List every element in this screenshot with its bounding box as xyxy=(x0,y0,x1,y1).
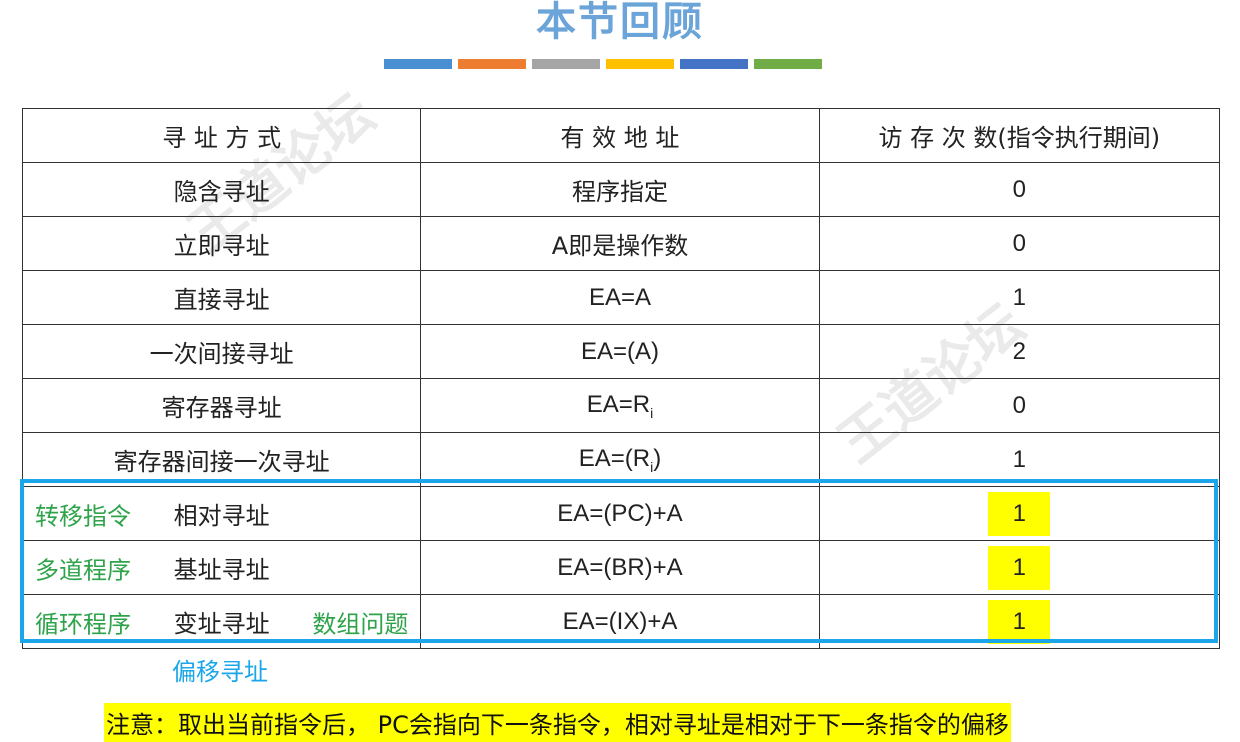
color-bar xyxy=(458,59,526,69)
mode-cell: 直接寻址 xyxy=(21,270,422,325)
table-row: 寄存器间接一次寻址 EA=(Ri) 1 xyxy=(21,432,1221,487)
mode-label: 基址寻址 xyxy=(173,556,270,584)
table-row: 直接寻址 EA=A 1 xyxy=(21,270,1221,325)
side-label: 循环程序 xyxy=(35,610,131,638)
highlighted-count: 1 xyxy=(988,491,1051,536)
ea-base: EA=(R xyxy=(578,444,651,472)
mode-label: 相对寻址 xyxy=(173,502,270,530)
mode-cell: 隐含寻址 xyxy=(21,162,422,217)
table-row: 多道程序 基址寻址 EA=(BR)+A 1 xyxy=(21,540,1221,595)
table-row: 寄存器寻址 EA=Ri 0 xyxy=(21,378,1221,433)
color-bar xyxy=(384,59,452,69)
mode-cell: 立即寻址 xyxy=(21,216,422,271)
side-label: 转移指令 xyxy=(35,502,131,530)
count-cell: 0 xyxy=(818,216,1221,271)
ea-cell: EA=(Ri) xyxy=(420,432,820,487)
table-row: 循环程序 变址寻址 数组问题 EA=(IX)+A 1 xyxy=(21,594,1221,649)
note-text: 注意：取出当前指令后， PC会指向下一条指令，相对寻址是相对于下一条指令的偏移 xyxy=(104,703,1011,742)
highlighted-count: 1 xyxy=(988,545,1051,590)
count-cell: 1 xyxy=(818,540,1221,595)
mode-cell: 循环程序 变址寻址 数组问题 xyxy=(21,594,422,649)
table-header-row: 寻 址 方 式 有 效 地 址 访 存 次 数(指令执行期间) xyxy=(21,108,1221,163)
count-cell: 1 xyxy=(818,270,1221,325)
mode-cell: 寄存器间接一次寻址 xyxy=(21,432,422,487)
extra-label: 数组问题 xyxy=(312,610,409,638)
color-bar xyxy=(680,59,748,69)
color-bar xyxy=(532,59,600,69)
table-row: 转移指令 相对寻址 EA=(PC)+A 1 xyxy=(21,486,1221,541)
page-title: 本节回顾 xyxy=(536,0,704,45)
table-row: 隐含寻址 程序指定 0 xyxy=(21,162,1221,217)
ea-cell: 程序指定 xyxy=(420,162,820,217)
color-bar xyxy=(606,59,674,69)
count-cell: 0 xyxy=(818,162,1221,217)
mode-label: 变址寻址 xyxy=(173,610,270,638)
mode-cell: 转移指令 相对寻址 xyxy=(21,486,422,541)
count-cell: 2 xyxy=(818,324,1221,379)
ea-subscript: i xyxy=(650,404,654,421)
ea-base: EA=R xyxy=(586,390,651,418)
header-effective-address: 有 效 地 址 xyxy=(420,108,820,163)
ea-cell: EA=(IX)+A xyxy=(420,594,820,649)
table-row: 立即寻址 A即是操作数 0 xyxy=(21,216,1221,271)
color-bar xyxy=(754,59,822,69)
count-cell: 1 xyxy=(818,486,1221,541)
ea-cell: EA=Ri xyxy=(420,378,820,433)
mode-cell: 一次间接寻址 xyxy=(21,324,422,379)
ea-cell: EA=A xyxy=(420,270,820,325)
mode-cell: 寄存器寻址 xyxy=(21,378,422,433)
table-row: 一次间接寻址 EA=(A) 2 xyxy=(21,324,1221,379)
highlighted-count: 1 xyxy=(988,599,1051,644)
mode-cell: 多道程序 基址寻址 xyxy=(21,540,422,595)
offset-addressing-label: 偏移寻址 xyxy=(172,658,268,686)
side-label: 多道程序 xyxy=(35,556,131,584)
ea-cell: A即是操作数 xyxy=(420,216,820,271)
header-access-count: 访 存 次 数(指令执行期间) xyxy=(818,108,1221,163)
ea-cell: EA=(A) xyxy=(420,324,820,379)
ea-cell: EA=(PC)+A xyxy=(420,486,820,541)
addressing-mode-table: 寻 址 方 式 有 效 地 址 访 存 次 数(指令执行期间) 隐含寻址 程序指… xyxy=(21,108,1221,649)
count-cell: 1 xyxy=(818,432,1221,487)
header-mode: 寻 址 方 式 xyxy=(21,108,422,163)
count-cell: 1 xyxy=(818,594,1221,649)
ea-tail: ) xyxy=(653,444,662,472)
ea-cell: EA=(BR)+A xyxy=(420,540,820,595)
count-cell: 0 xyxy=(818,378,1221,433)
